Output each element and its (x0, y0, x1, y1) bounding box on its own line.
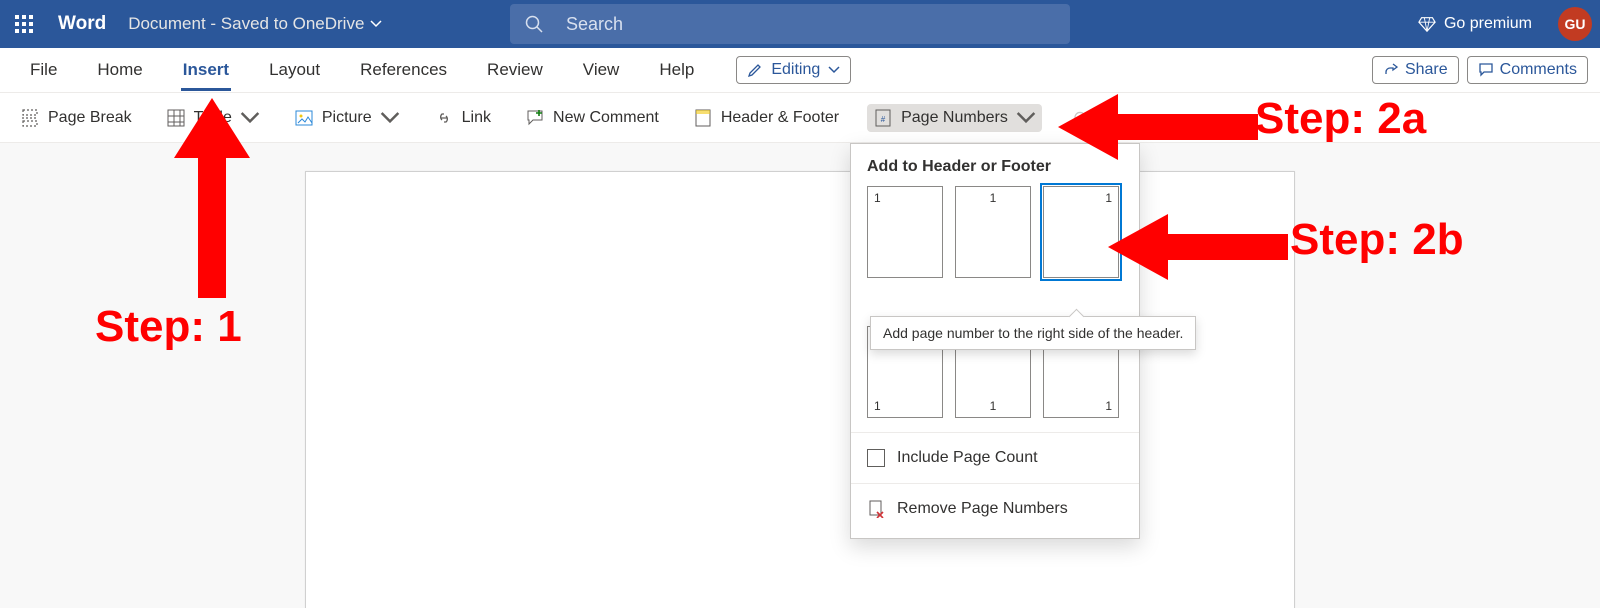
page-break-icon (20, 108, 40, 128)
document-title-text: Document - Saved to OneDrive (128, 14, 364, 34)
thumb-header-left[interactable]: 1 (867, 186, 943, 278)
chevron-down-icon (1016, 108, 1036, 128)
dropdown-separator (851, 483, 1139, 484)
new-comment-button[interactable]: New Comment (519, 104, 665, 132)
tab-file[interactable]: File (10, 48, 77, 93)
avatar-initials: GU (1565, 16, 1586, 32)
thumb-digit: 1 (990, 191, 997, 205)
header-footer-button[interactable]: Header & Footer (687, 104, 845, 132)
include-page-count-checkbox[interactable]: Include Page Count (851, 439, 1139, 477)
tab-layout[interactable]: Layout (249, 48, 340, 93)
tab-references[interactable]: References (340, 48, 467, 93)
link-button[interactable]: Link (428, 104, 497, 132)
search-input[interactable] (564, 13, 1056, 36)
thumb-digit: 1 (1105, 399, 1112, 413)
tab-label: Help (659, 60, 694, 80)
page-numbers-icon: # (873, 108, 893, 128)
search-box[interactable] (510, 4, 1070, 44)
remove-page-numbers-icon (867, 500, 885, 518)
tab-label: References (360, 60, 447, 80)
annotation-text-step2a: Step: 2a (1255, 94, 1426, 144)
page-numbers-label: Page Numbers (901, 109, 1008, 127)
app-name: Word (58, 13, 106, 35)
go-premium-label: Go premium (1444, 15, 1532, 33)
checkbox-icon (867, 449, 885, 467)
remove-page-numbers-label: Remove Page Numbers (897, 500, 1068, 518)
picture-icon (294, 108, 314, 128)
tooltip: Add page number to the right side of the… (870, 316, 1196, 350)
include-page-count-label: Include Page Count (897, 449, 1038, 467)
annotation-arrow-step1 (172, 98, 252, 298)
title-bar: Word Document - Saved to OneDrive Go pre… (0, 0, 1600, 48)
ribbon-tabs: File Home Insert Layout References Revie… (0, 48, 1600, 93)
chevron-down-icon (370, 18, 382, 30)
comments-label: Comments (1500, 61, 1577, 79)
chevron-down-icon (828, 64, 840, 76)
thumb-digit: 1 (1105, 191, 1112, 205)
page-break-label: Page Break (48, 109, 132, 127)
comments-button[interactable]: Comments (1467, 56, 1588, 84)
share-icon (1383, 62, 1399, 78)
share-button[interactable]: Share (1372, 56, 1459, 84)
tab-label: Review (487, 60, 543, 80)
editing-mode-label: Editing (771, 61, 820, 79)
annotation-arrow-step2b (1108, 212, 1288, 282)
avatar[interactable]: GU (1558, 7, 1592, 41)
comment-icon (1478, 62, 1494, 78)
header-thumbnails: 1 1 1 (851, 186, 1139, 286)
thumb-digit: 1 (874, 399, 881, 413)
link-label: Link (462, 109, 491, 127)
page-break-button[interactable]: Page Break (14, 104, 138, 132)
picture-button[interactable]: Picture (288, 104, 406, 132)
page-numbers-button[interactable]: # Page Numbers (867, 104, 1042, 132)
tab-review[interactable]: Review (467, 48, 563, 93)
annotation-text-step2b: Step: 2b (1290, 215, 1464, 265)
svg-text:#: # (881, 115, 886, 124)
tab-label: File (30, 60, 57, 80)
document-title[interactable]: Document - Saved to OneDrive (128, 14, 382, 34)
tab-label: View (583, 60, 620, 80)
pencil-icon (747, 62, 763, 78)
share-label: Share (1405, 61, 1448, 79)
go-premium-button[interactable]: Go premium (1408, 9, 1542, 39)
remove-page-numbers-button[interactable]: Remove Page Numbers (851, 490, 1139, 528)
tab-label: Layout (269, 60, 320, 80)
annotation-text-step1: Step: 1 (95, 302, 242, 352)
app-launcher-button[interactable] (2, 0, 46, 48)
tab-home[interactable]: Home (77, 48, 162, 93)
waffle-icon (14, 14, 34, 34)
thumb-header-center[interactable]: 1 (955, 186, 1031, 278)
tab-label: Insert (183, 60, 229, 80)
editing-mode-button[interactable]: Editing (736, 56, 851, 84)
chevron-down-icon (380, 108, 400, 128)
diamond-icon (1418, 15, 1436, 33)
link-icon (434, 108, 454, 128)
dropdown-separator (851, 432, 1139, 433)
tooltip-text: Add page number to the right side of the… (883, 325, 1183, 341)
thumb-digit: 1 (990, 399, 997, 413)
new-comment-icon (525, 108, 545, 128)
header-footer-label: Header & Footer (721, 109, 839, 127)
search-icon (524, 14, 544, 34)
thumb-digit: 1 (874, 191, 881, 205)
annotation-arrow-step2a (1058, 92, 1258, 162)
picture-label: Picture (322, 109, 372, 127)
new-comment-label: New Comment (553, 109, 659, 127)
tab-label: Home (97, 60, 142, 80)
tab-insert[interactable]: Insert (163, 48, 249, 93)
header-footer-icon (693, 108, 713, 128)
tab-help[interactable]: Help (639, 48, 714, 93)
tab-view[interactable]: View (563, 48, 640, 93)
